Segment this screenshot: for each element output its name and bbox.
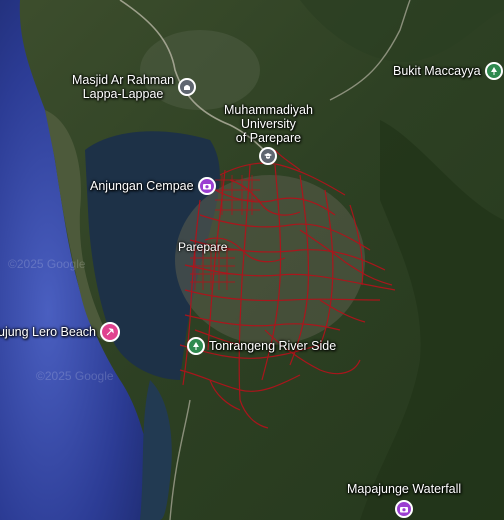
poi-ujung-lero-beach[interactable]: ujung Lero Beach [0,322,120,342]
map-watermark-1: ©2025 Google [8,257,86,271]
poi-masjid-ar-rahman[interactable]: Masjid Ar Rahman Lappa-Lappae [72,73,197,101]
city-label: Parepare [178,240,228,254]
map-watermark-2: ©2025 Google [36,369,114,383]
poi-tonrangeng-river-side[interactable]: Tonrangeng River Side [187,337,336,355]
poi-label: Muhammadiyah University of Parepare [224,103,313,145]
poi-bukit-maccayya[interactable]: Bukit Maccayya [393,62,503,80]
school-icon [259,147,278,165]
poi-label: Tonrangeng River Side [209,339,337,353]
park-icon [484,62,503,80]
beach-icon [100,322,120,342]
poi-label: Masjid Ar Rahman Lappa-Lappae [72,73,175,101]
poi-label: Mapajunge Waterfall [347,482,462,496]
poi-muhammadiyah-university[interactable]: Muhammadiyah University of Parepare [224,103,313,165]
camera-icon [197,177,216,195]
camera-icon [395,500,414,518]
poi-anjungan-cempae[interactable]: Anjungan Cempae [90,177,216,195]
mosque-icon [178,78,197,96]
poi-mapajunge-waterfall[interactable]: Mapajunge Waterfall [347,482,461,518]
map-canvas[interactable]: ©2025 Google ©2025 Google Parepare Masji… [0,0,504,520]
poi-label: Bukit Maccayya [393,64,481,78]
poi-label: ujung Lero Beach [0,325,96,339]
poi-label: Anjungan Cempae [90,179,194,193]
park-icon [187,337,205,355]
